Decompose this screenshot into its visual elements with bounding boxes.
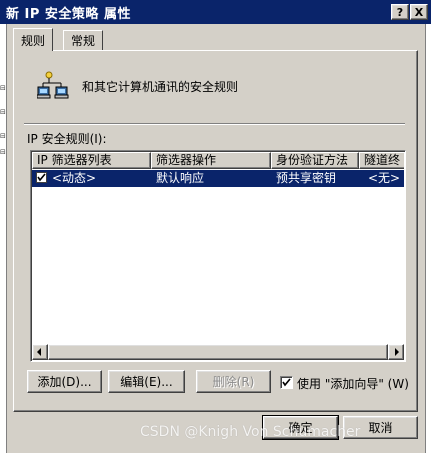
tab-label: 规则 bbox=[21, 33, 46, 48]
watermark: CSDN @Knigh Von Schumacher bbox=[140, 424, 361, 440]
arrow-left-icon bbox=[37, 348, 41, 356]
tab-general[interactable]: 常规 bbox=[63, 30, 104, 50]
network-computers-icon bbox=[36, 68, 71, 102]
delete-button[interactable]: 删除(R) bbox=[196, 370, 271, 393]
arrow-right-icon bbox=[395, 348, 399, 356]
background-window-edge: ⊟ ⊟ ⊟ ⊟ bbox=[0, 24, 7, 453]
button-label: 编辑(E)... bbox=[120, 375, 173, 389]
title-bar[interactable]: 新 IP 安全策略 属性 ? X bbox=[0, 0, 431, 24]
checkmark-icon bbox=[282, 378, 291, 387]
help-button[interactable]: ? bbox=[391, 4, 409, 20]
column-header-tunnel[interactable]: 隧道终 bbox=[359, 152, 404, 169]
window-title: 新 IP 安全策略 属性 bbox=[6, 7, 131, 22]
use-wizard-label[interactable]: 使用 "添加向导" (W) bbox=[297, 375, 409, 392]
cell-tunnel: <无> bbox=[368, 171, 401, 185]
tree-glyph: ⊟ bbox=[0, 108, 6, 116]
button-label: 取消 bbox=[368, 421, 393, 435]
use-wizard-checkbox[interactable] bbox=[280, 376, 293, 389]
cell-auth-method: 预共享密钥 bbox=[276, 171, 337, 185]
close-button[interactable]: X bbox=[410, 4, 428, 20]
tab-rules[interactable]: 规则 bbox=[13, 28, 54, 51]
tab-label: 常规 bbox=[71, 34, 96, 48]
horizontal-scrollbar[interactable] bbox=[32, 344, 404, 360]
help-icon: ? bbox=[396, 5, 404, 19]
edit-button[interactable]: 编辑(E)... bbox=[108, 370, 185, 393]
cell-filter-action: 默认响应 bbox=[156, 171, 205, 185]
separator bbox=[24, 123, 405, 125]
cell-filter-list: <动态> bbox=[52, 171, 97, 185]
tree-glyph: ⊟ bbox=[0, 148, 6, 156]
button-label: 添加(D)... bbox=[37, 375, 92, 389]
scroll-right-button[interactable] bbox=[388, 344, 404, 360]
column-header-auth-method[interactable]: 身份验证方法 bbox=[271, 152, 359, 169]
table-row[interactable]: <动态> 默认响应 预共享密钥 <无> bbox=[32, 170, 404, 187]
tree-glyph: ⊟ bbox=[0, 84, 6, 92]
add-button[interactable]: 添加(D)... bbox=[27, 370, 102, 393]
rules-description: 和其它计算机通讯的安全规则 bbox=[82, 80, 239, 94]
tree-glyph: ⊟ bbox=[0, 132, 6, 140]
scroll-thumb[interactable] bbox=[48, 344, 388, 360]
rules-list-label: IP 安全规则(I): bbox=[27, 132, 107, 146]
scroll-left-button[interactable] bbox=[32, 344, 48, 360]
column-header-filter-action[interactable]: 筛选器操作 bbox=[151, 152, 271, 169]
rule-enabled-checkbox[interactable] bbox=[36, 172, 47, 183]
close-icon: X bbox=[414, 5, 424, 19]
column-header-filter-list[interactable]: IP 筛选器列表 bbox=[32, 152, 151, 169]
rules-list[interactable]: IP 筛选器列表 筛选器操作 身份验证方法 隧道终 <动态> 默认响应 预共享密… bbox=[30, 150, 406, 362]
button-label: 删除(R) bbox=[212, 375, 255, 389]
checkmark-icon bbox=[37, 173, 46, 182]
background-window-edge-right bbox=[425, 24, 431, 453]
